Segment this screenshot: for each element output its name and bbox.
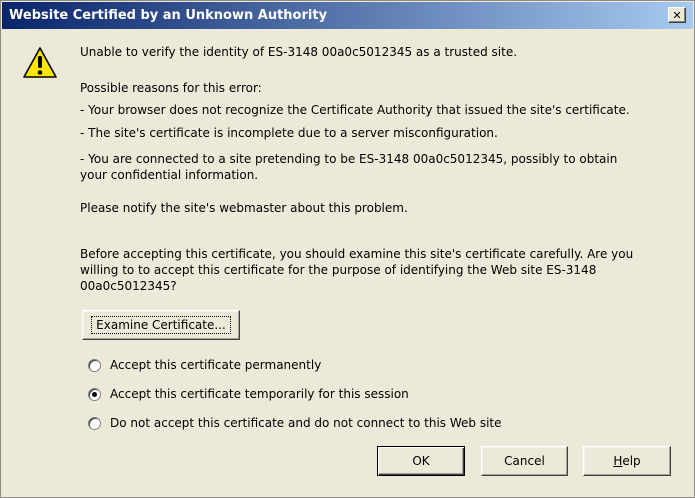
help-button[interactable]: Help (583, 446, 671, 476)
advice-text: willing to to accept this certificate fo… (80, 263, 597, 277)
help-label: Help (613, 454, 641, 468)
option-label: Accept this certificate permanently (110, 358, 322, 372)
option-do-not-accept[interactable]: Do not accept this certificate and do no… (88, 415, 502, 431)
notify-text: Please notify the site's webmaster about… (80, 201, 408, 215)
radio-accept-temporarily[interactable] (88, 387, 101, 401)
option-label: Accept this certificate temporarily for … (110, 387, 409, 401)
cancel-button[interactable]: Cancel (481, 446, 568, 476)
close-icon: ✕ (672, 8, 682, 22)
reason-item: - Your browser does not recognize the Ce… (80, 103, 630, 117)
option-label: Do not accept this certificate and do no… (110, 416, 502, 430)
ok-button[interactable]: OK (377, 446, 465, 476)
option-accept-permanently[interactable]: Accept this certificate permanently (88, 357, 321, 373)
option-accept-temporarily[interactable]: Accept this certificate temporarily for … (88, 386, 409, 402)
advice-text: 00a0c5012345? (80, 279, 177, 293)
reason-item: - You are connected to a site pretending… (80, 152, 618, 166)
window-title: Website Certified by an Unknown Authorit… (9, 8, 328, 23)
radio-do-not-accept[interactable] (88, 416, 101, 430)
title-bar[interactable]: Website Certified by an Unknown Authorit… (2, 2, 693, 29)
reasons-heading: Possible reasons for this error: (80, 81, 262, 95)
reason-item: - The site's certificate is incomplete d… (80, 126, 498, 140)
certificate-dialog: Website Certified by an Unknown Authorit… (0, 0, 695, 498)
advice-text: Before accepting this certificate, you s… (80, 247, 634, 261)
radio-accept-permanently[interactable] (88, 358, 101, 372)
warning-icon (23, 47, 57, 78)
reason-item-continued: your confidential information. (80, 168, 259, 182)
ok-label: OK (412, 454, 430, 468)
examine-certificate-label: Examine Certificate... (91, 316, 231, 334)
cancel-label: Cancel (504, 454, 545, 468)
examine-certificate-button[interactable]: Examine Certificate... (82, 310, 240, 340)
close-button[interactable]: ✕ (668, 7, 686, 23)
intro-text: Unable to verify the identity of ES-3148… (80, 45, 518, 59)
